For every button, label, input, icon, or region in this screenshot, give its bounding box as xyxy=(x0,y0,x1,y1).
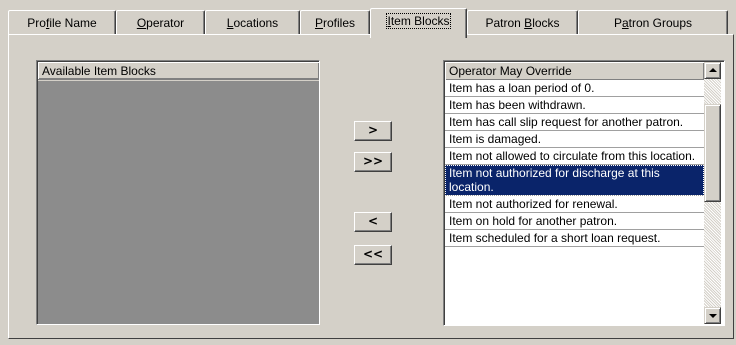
available-list-header: Available Item Blocks xyxy=(38,62,319,80)
add-all-button[interactable]: >> xyxy=(354,152,392,172)
tab-label: Profiles xyxy=(315,16,355,30)
tab-mnemonic: P xyxy=(314,16,323,30)
tab-locations[interactable]: Locations xyxy=(205,10,300,36)
list-item[interactable]: Item has call slip request for another p… xyxy=(445,114,704,131)
override-list-items: Item has a loan period of 0. Item has be… xyxy=(445,80,704,247)
item-blocks-dialog: Profile Name Operator Locations Profiles… xyxy=(0,0,736,345)
tab-label-text: P xyxy=(613,16,622,30)
tab-profiles[interactable]: Profiles xyxy=(300,10,370,36)
list-item[interactable]: Item not authorized for renewal. xyxy=(445,196,704,213)
tab-label-text: Pro xyxy=(27,16,46,30)
tab-patron-groups[interactable]: Patron Groups xyxy=(578,10,728,36)
tab-label-text: tem Blocks xyxy=(390,14,450,28)
tab-label-text: locks xyxy=(532,16,560,30)
tab-label: Patron Blocks xyxy=(485,16,559,30)
list-item[interactable]: Item has been withdrawn. xyxy=(445,97,704,114)
tab-label: Locations xyxy=(227,16,278,30)
tab-patron-blocks[interactable]: Patron Blocks xyxy=(467,10,578,36)
tab-item-blocks[interactable]: Item Blocks xyxy=(370,8,467,38)
override-list-header: Operator May Override xyxy=(445,62,704,80)
list-item[interactable]: Item is damaged. xyxy=(445,131,704,148)
tab-strip: Profile Name Operator Locations Profiles… xyxy=(8,8,734,38)
arrow-up-icon xyxy=(709,68,717,72)
tab-label-text: ile Name xyxy=(49,16,97,30)
item-blocks-tab-page: Available Item Blocks > >> < << Operator… xyxy=(8,34,734,339)
tab-label: Operator xyxy=(137,16,184,30)
available-item-blocks-list[interactable]: Available Item Blocks xyxy=(36,60,320,325)
tab-label-text: tron Groups xyxy=(628,16,693,30)
tab-label-text: perator xyxy=(146,16,185,30)
list-item[interactable]: Item scheduled for a short loan request. xyxy=(445,230,704,247)
remove-button[interactable]: < xyxy=(354,212,392,232)
tab-label-text: rofiles xyxy=(323,16,356,30)
tab-mnemonic: a xyxy=(621,16,629,30)
list-item[interactable]: Item not authorized for discharge at thi… xyxy=(445,165,704,196)
tab-mnemonic: B xyxy=(524,16,533,30)
tab-mnemonic: O xyxy=(136,16,147,30)
available-list-body[interactable] xyxy=(38,81,319,324)
tab-operator[interactable]: Operator xyxy=(116,10,205,36)
operator-may-override-list[interactable]: Operator May Override Item has a loan pe… xyxy=(443,60,725,326)
scroll-down-button[interactable] xyxy=(704,307,721,324)
arrow-down-icon xyxy=(709,314,717,318)
tab-profile-name[interactable]: Profile Name xyxy=(8,10,116,36)
remove-all-button[interactable]: << xyxy=(354,245,392,265)
scrollbar-thumb[interactable] xyxy=(704,104,721,202)
list-item[interactable]: Item on hold for another patron. xyxy=(445,213,704,230)
tab-label-text: ocations xyxy=(233,16,279,30)
tab-label-text: Patron xyxy=(485,16,525,30)
tab-label: Patron Groups xyxy=(614,16,692,30)
list-item[interactable]: Item not allowed to circulate from this … xyxy=(445,148,704,165)
override-list-scrollbar[interactable] xyxy=(704,62,721,324)
tab-label: Profile Name xyxy=(27,16,96,30)
tab-label: Item Blocks xyxy=(386,13,451,29)
scroll-up-button[interactable] xyxy=(704,62,721,79)
list-item[interactable]: Item has a loan period of 0. xyxy=(445,80,704,97)
add-button[interactable]: > xyxy=(354,121,392,141)
